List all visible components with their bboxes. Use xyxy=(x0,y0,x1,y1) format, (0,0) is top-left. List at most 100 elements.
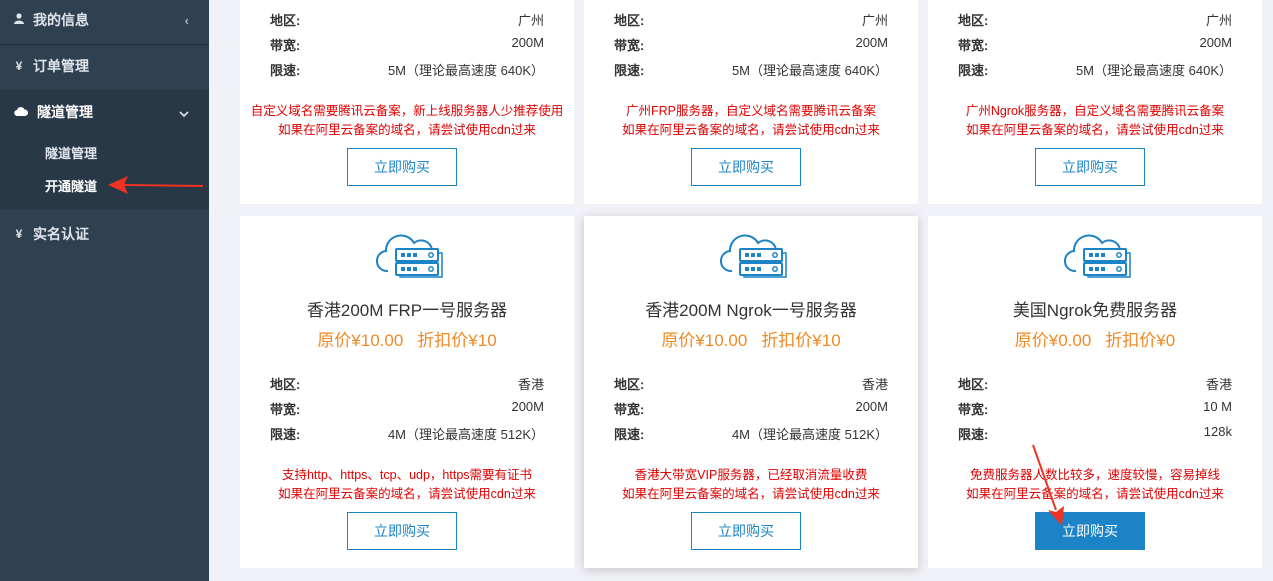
yen-icon: ¥ xyxy=(15,227,23,241)
region-row: 地区: 广州 xyxy=(958,10,1232,28)
speed-label: 限速: xyxy=(958,63,989,78)
bandwidth-label: 带宽: xyxy=(614,402,645,417)
original-price: 原价¥0.00 xyxy=(1014,331,1092,350)
notice-text: 如果在阿里云备案的域名，请尝试使用cdn过来 xyxy=(622,123,880,137)
server-card: 香港200M Ngrok一号服务器 原价¥10.00 折扣价¥10 地区: 香港 带… xyxy=(584,216,918,568)
speed-value: 4M（理论最高速度 512K） xyxy=(731,427,888,442)
notice-text: 广州FRP服务器，自定义域名需要腾讯云备案 xyxy=(625,104,876,118)
nav-real-name-auth[interactable]: ¥ 实名认证 xyxy=(0,214,209,254)
nav-tunnel-management[interactable]: 隧道管理 xyxy=(0,92,209,132)
notice-text: 如果在阿里云备案的域名，请尝试使用cdn过来 xyxy=(278,487,536,501)
region-value: 香港 xyxy=(861,377,888,392)
cloud-server-icon xyxy=(376,234,443,278)
bandwidth-label: 带宽: xyxy=(958,38,989,53)
nav-my-info[interactable]: 我的信息 ‹ xyxy=(0,0,209,40)
speed-value: 128k xyxy=(1203,424,1232,439)
user-icon xyxy=(14,13,24,27)
subnav-tunnel-management[interactable]: 隧道管理 xyxy=(45,143,97,162)
server-card: 香港200M FRP一号服务器 原价¥10.00 折扣价¥10 地区: 香港 带宽:… xyxy=(240,216,574,568)
price-row: 原价¥10.00 折扣价¥10 xyxy=(584,326,918,351)
speed-label: 限速: xyxy=(614,63,645,78)
price-row: 原价¥0.00 折扣价¥0 xyxy=(928,326,1262,351)
bandwidth-value: 200M xyxy=(511,35,544,50)
server-card: 地区: 广州 带宽: 200M 限速: 5M（理论最高速度 640K） 广州FRP服务… xyxy=(584,0,918,204)
notice-text: 广州Ngrok服务器，自定义域名需要腾讯云备案 xyxy=(965,104,1225,118)
original-price: 原价¥10.00 xyxy=(317,331,404,350)
speed-row: 限速: 128k xyxy=(958,424,1232,442)
server-card: 地区: 广州 带宽: 200M 限速: 5M（理论最高速度 640K） 自定义域名需要… xyxy=(240,0,574,204)
sidebar: 我的信息 ‹ ¥ 订单管理 隧道管理 隧道管理 开通隧道 ¥ 实名认证 xyxy=(0,0,209,581)
region-row: 地区: 香港 xyxy=(270,374,544,392)
bandwidth-value: 10 M xyxy=(1203,399,1232,414)
speed-row: 限速: 5M（理论最高速度 640K） xyxy=(614,60,888,78)
buy-now-button[interactable]: 立即购买 xyxy=(691,512,801,550)
speed-value: 5M（理论最高速度 640K） xyxy=(1075,63,1232,78)
buy-now-button[interactable]: 立即购买 xyxy=(691,148,801,186)
region-value: 广州 xyxy=(517,13,544,28)
server-title: 美国Ngrok免费服务器 xyxy=(1012,301,1178,320)
notice-text: 如果在阿里云备案的域名，请尝试使用cdn过来 xyxy=(966,487,1224,501)
speed-label: 限速: xyxy=(958,427,989,442)
cloud-server-icon xyxy=(1064,234,1131,278)
region-value: 香港 xyxy=(517,377,544,392)
chevron-down-icon xyxy=(179,105,189,120)
server-card: 地区: 广州 带宽: 200M 限速: 5M（理论最高速度 640K） 广州Ngrok… xyxy=(928,0,1262,204)
buy-now-button[interactable]: 立即购买 xyxy=(1035,512,1145,550)
nav-orders[interactable]: ¥ 订单管理 xyxy=(0,46,209,86)
subnav-open-tunnel[interactable]: 开通隧道 xyxy=(45,176,97,195)
divider xyxy=(0,44,209,45)
bandwidth-label: 带宽: xyxy=(270,38,301,53)
region-label: 地区: xyxy=(270,13,301,28)
region-row: 地区: 广州 xyxy=(270,10,544,28)
nav-tunnel-management-label: 隧道管理 xyxy=(37,104,93,120)
speed-label: 限速: xyxy=(270,427,301,442)
discount-price: 折扣价¥0 xyxy=(1105,331,1176,350)
region-label: 地区: xyxy=(958,377,989,392)
cloud-server-icon xyxy=(720,234,787,278)
chevron-left-icon: ‹ xyxy=(184,12,189,28)
speed-row: 限速: 4M（理论最高速度 512K） xyxy=(614,424,888,442)
speed-value: 5M（理论最高速度 640K） xyxy=(387,63,544,78)
region-row: 地区: 香港 xyxy=(958,374,1232,392)
bandwidth-row: 带宽: 200M xyxy=(614,35,888,53)
discount-price: 折扣价¥10 xyxy=(761,331,841,350)
region-label: 地区: xyxy=(614,13,645,28)
region-value: 广州 xyxy=(861,13,888,28)
nav-orders-label: 订单管理 xyxy=(33,58,89,74)
region-value: 广州 xyxy=(1205,13,1232,28)
notice-text: 自定义域名需要腾讯云备案，新上线服务器人少推荐使用 xyxy=(250,104,564,118)
server-card: 美国Ngrok免费服务器 原价¥0.00 折扣价¥0 地区: 香港 带宽: 10 M … xyxy=(928,216,1262,568)
bandwidth-value: 200M xyxy=(1199,35,1232,50)
bandwidth-label: 带宽: xyxy=(270,402,301,417)
nav-real-name-auth-label: 实名认证 xyxy=(33,226,89,242)
buy-now-button[interactable]: 立即购买 xyxy=(347,148,457,186)
nav-my-info-label: 我的信息 xyxy=(33,12,89,28)
bandwidth-value: 200M xyxy=(511,399,544,414)
bandwidth-row: 带宽: 200M xyxy=(270,399,544,417)
notice-text: 免费服务器人数比较多，速度较慢，容易掉线 xyxy=(969,468,1220,482)
speed-row: 限速: 5M（理论最高速度 640K） xyxy=(958,60,1232,78)
bandwidth-value: 200M xyxy=(855,35,888,50)
region-label: 地区: xyxy=(614,377,645,392)
bandwidth-row: 带宽: 10 M xyxy=(958,399,1232,417)
speed-label: 限速: xyxy=(270,63,301,78)
bandwidth-label: 带宽: xyxy=(614,38,645,53)
bandwidth-value: 200M xyxy=(855,399,888,414)
price-row: 原价¥10.00 折扣价¥10 xyxy=(240,326,574,351)
server-title: 香港200M Ngrok一号服务器 xyxy=(645,301,857,320)
notice-text: 支持http、https、tcp、udp，https需要有证书 xyxy=(281,468,533,482)
notice-text: 如果在阿里云备案的域名，请尝试使用cdn过来 xyxy=(278,123,536,137)
buy-now-button[interactable]: 立即购买 xyxy=(1035,148,1145,186)
cloud-icon xyxy=(14,105,29,119)
bandwidth-row: 带宽: 200M xyxy=(614,399,888,417)
bandwidth-label: 带宽: xyxy=(958,402,989,417)
bandwidth-row: 带宽: 200M xyxy=(958,35,1232,53)
yen-icon: ¥ xyxy=(15,59,23,73)
region-label: 地区: xyxy=(958,13,989,28)
bandwidth-row: 带宽: 200M xyxy=(270,35,544,53)
original-price: 原价¥10.00 xyxy=(661,331,748,350)
buy-now-button[interactable]: 立即购买 xyxy=(347,512,457,550)
speed-row: 限速: 5M（理论最高速度 640K） xyxy=(270,60,544,78)
speed-value: 4M（理论最高速度 512K） xyxy=(387,427,544,442)
discount-price: 折扣价¥10 xyxy=(417,331,497,350)
